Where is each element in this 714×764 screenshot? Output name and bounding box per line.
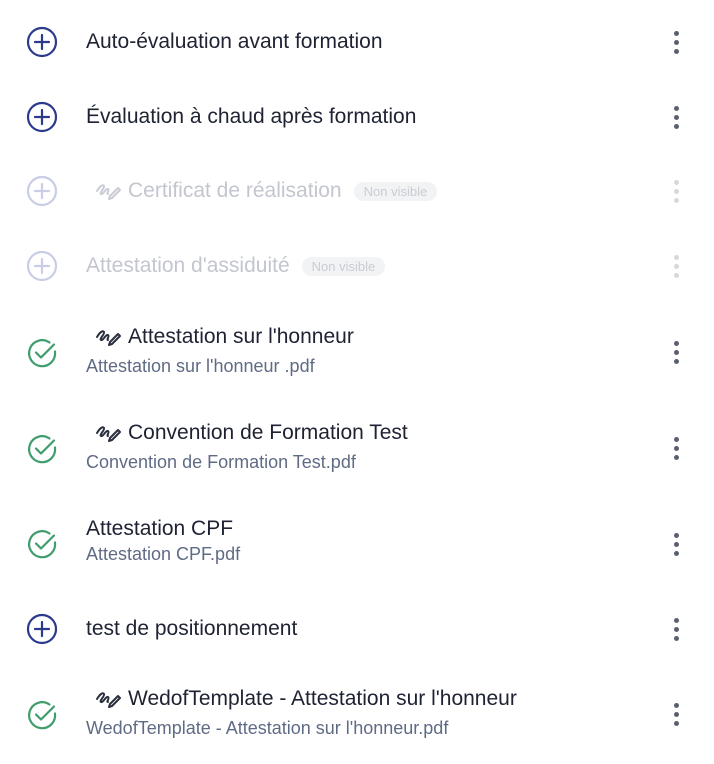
plus-circle-icon[interactable] bbox=[26, 175, 58, 207]
item-title: Auto-évaluation avant formation bbox=[86, 30, 383, 53]
more-vertical-icon[interactable] bbox=[664, 102, 688, 132]
plus-circle-icon[interactable] bbox=[26, 613, 58, 645]
signature-pen-icon bbox=[94, 324, 122, 350]
item-title: WedofTemplate - Attestation sur l'honneu… bbox=[128, 687, 517, 710]
signature-pen-icon bbox=[94, 686, 122, 712]
visibility-badge: Non visible bbox=[301, 256, 386, 276]
more-vertical-icon[interactable] bbox=[664, 433, 688, 463]
check-circle-icon bbox=[26, 337, 58, 369]
more-vertical-icon[interactable] bbox=[664, 176, 688, 206]
item-title: Évaluation à chaud après formation bbox=[86, 105, 417, 128]
item-title: test de positionnement bbox=[86, 617, 298, 640]
signature-pen-icon bbox=[94, 178, 122, 204]
more-vertical-icon[interactable] bbox=[664, 529, 688, 559]
document-list: Auto-évaluation avant formation Évaluati… bbox=[0, 0, 714, 764]
item-title: Convention de Formation Test bbox=[128, 421, 408, 444]
plus-circle-icon[interactable] bbox=[26, 250, 58, 282]
more-vertical-icon[interactable] bbox=[664, 337, 688, 367]
more-vertical-icon[interactable] bbox=[664, 27, 688, 57]
file-link[interactable]: Attestation sur l'honneur .pdf bbox=[86, 356, 644, 377]
check-circle-icon bbox=[26, 528, 58, 560]
more-vertical-icon[interactable] bbox=[664, 614, 688, 644]
file-link[interactable]: Attestation CPF.pdf bbox=[86, 544, 644, 565]
check-circle-icon bbox=[26, 699, 58, 731]
more-vertical-icon[interactable] bbox=[664, 251, 688, 281]
item-title: Attestation sur l'honneur bbox=[128, 325, 354, 348]
more-vertical-icon[interactable] bbox=[664, 699, 688, 729]
plus-circle-icon[interactable] bbox=[26, 26, 58, 58]
item-title: Certificat de réalisation bbox=[128, 179, 342, 202]
file-link[interactable]: Convention de Formation Test.pdf bbox=[86, 452, 644, 473]
item-title: Attestation CPF bbox=[86, 517, 234, 540]
file-link[interactable]: WedofTemplate - Attestation sur l'honneu… bbox=[86, 718, 644, 739]
visibility-badge: Non visible bbox=[353, 181, 438, 201]
check-circle-icon bbox=[26, 433, 58, 465]
signature-pen-icon bbox=[94, 420, 122, 446]
item-title: Attestation d'assiduité bbox=[86, 254, 290, 277]
plus-circle-icon[interactable] bbox=[26, 101, 58, 133]
